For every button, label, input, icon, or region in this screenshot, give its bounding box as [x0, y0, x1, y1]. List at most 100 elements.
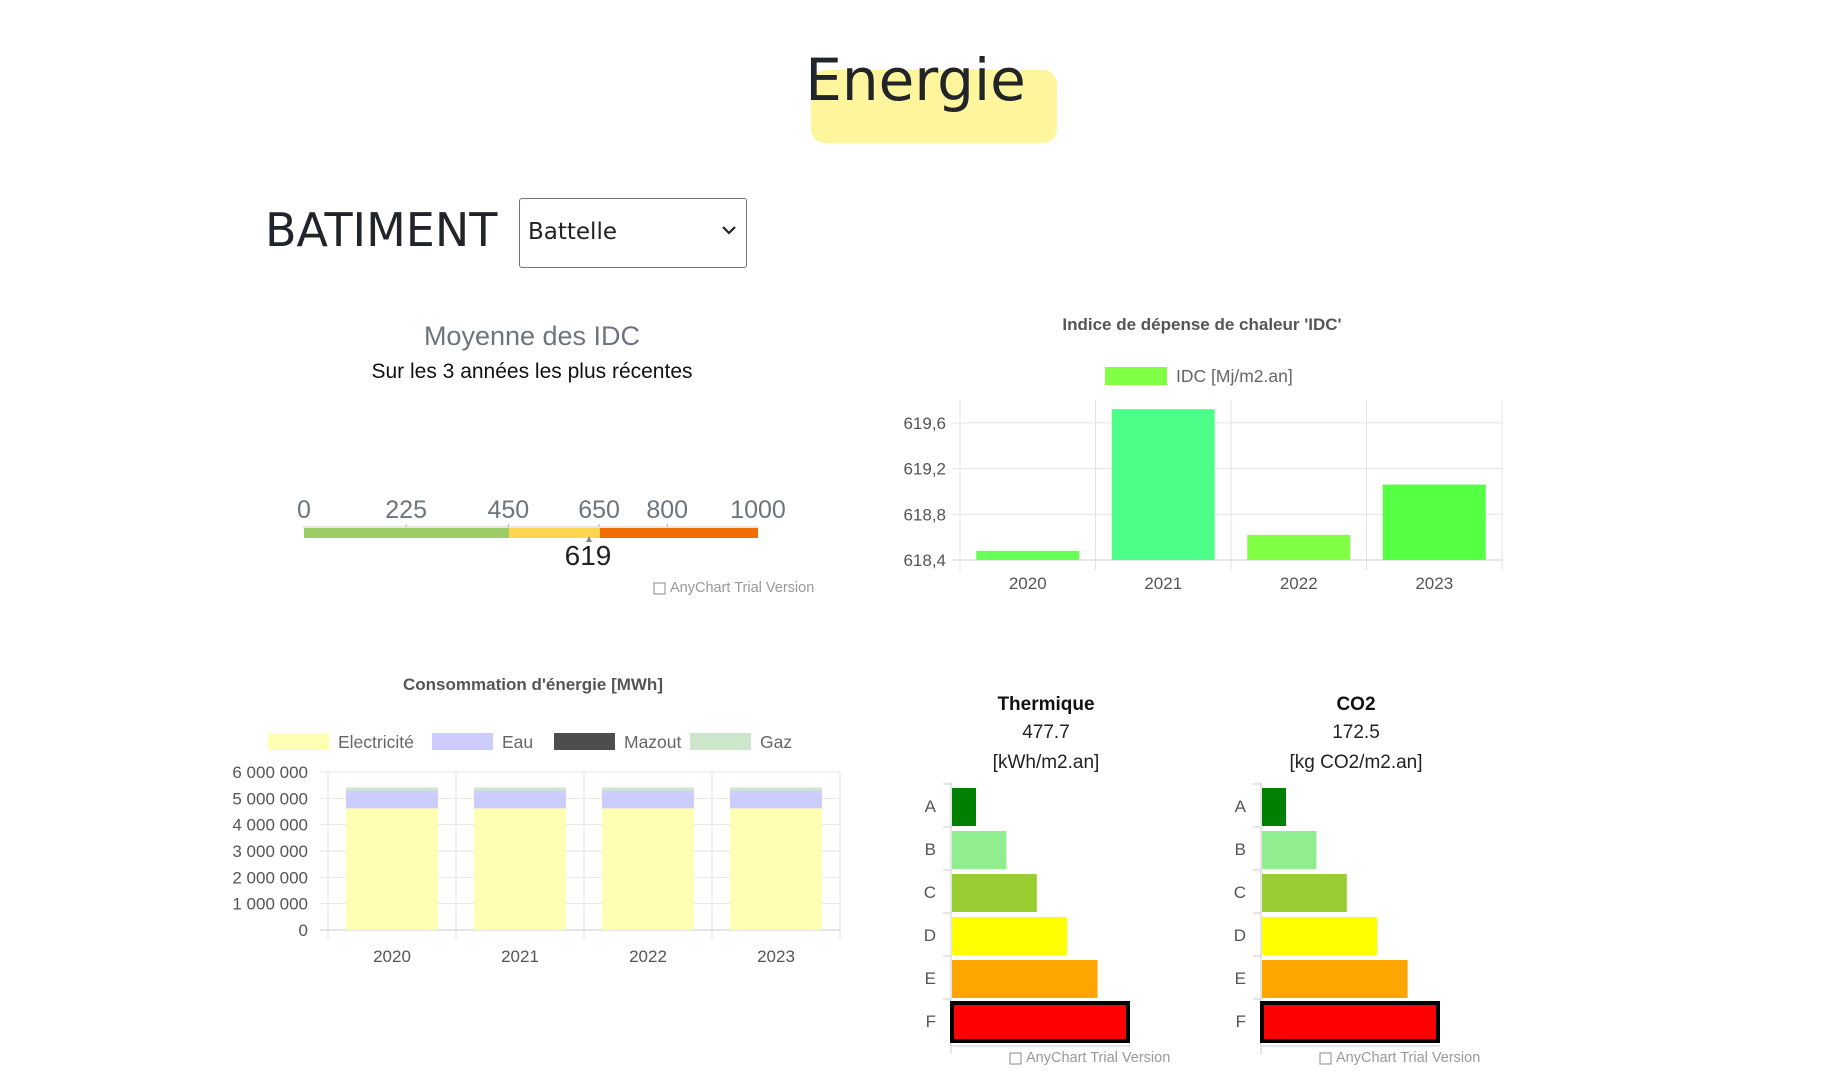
gauge-tick-label: 450	[487, 496, 529, 524]
conso-legend-swatch[interactable]	[690, 733, 751, 750]
rating-category-label: E	[925, 969, 936, 988]
gauge-band-orange	[600, 528, 758, 538]
idc-legend-label[interactable]: IDC [Mj/m2.an]	[1176, 366, 1293, 386]
idc-bar[interactable]	[1111, 409, 1215, 560]
gauge-tick-label: 225	[385, 496, 427, 524]
conso-bar-segment[interactable]	[345, 808, 439, 930]
rating-category-label: A	[925, 797, 937, 816]
idc-bar[interactable]	[1247, 534, 1351, 560]
conso-x-tick-label: 2022	[629, 947, 667, 966]
gauge-tick-label: 650	[578, 496, 620, 524]
rating-bar-e[interactable]	[1262, 960, 1408, 998]
idc-bar[interactable]	[976, 550, 1080, 560]
gauge-tick-label: 800	[646, 496, 688, 524]
idc-y-tick-label: 619,2	[903, 460, 946, 479]
conso-y-tick-label: 5 000 000	[232, 789, 308, 808]
conso-chart-title: Consommation d'énergie [MWh]	[403, 675, 663, 694]
rating-category-label: F	[1236, 1012, 1246, 1031]
idc-x-tick-label: 2022	[1280, 574, 1318, 593]
thermique-value: 477.7	[1022, 722, 1070, 743]
rating-category-label: A	[1235, 797, 1247, 816]
rating-bar-a[interactable]	[1262, 788, 1286, 826]
conso-bar-segment[interactable]	[345, 790, 439, 809]
conso-y-tick-label: 1 000 000	[232, 895, 308, 914]
conso-y-tick-label: 0	[299, 921, 308, 940]
conso-y-tick-label: 6 000 000	[232, 763, 308, 782]
conso-bar-segment[interactable]	[729, 787, 823, 791]
conso-bar-segment[interactable]	[601, 808, 695, 930]
rating-bar-b[interactable]	[952, 831, 1007, 869]
conso-bar-segment[interactable]	[473, 787, 567, 791]
conso-bar-segment[interactable]	[473, 790, 567, 809]
rating-category-label: D	[1234, 926, 1246, 945]
rating-category-label: D	[924, 926, 936, 945]
conso-bar-segment[interactable]	[473, 808, 567, 930]
thermique-rating: Thermique 477.7 [kWh/m2.an] A B C D E F AnyCh…	[924, 694, 1171, 1066]
rating-bar-f[interactable]	[950, 1001, 1130, 1043]
rating-bar-c[interactable]	[952, 874, 1037, 912]
co2-rating: CO2 172.5 [kg CO2/m2.an] A B C D E F AnyChart…	[1234, 694, 1481, 1066]
co2-value: 172.5	[1332, 722, 1380, 743]
conso-bar-segment[interactable]	[601, 787, 695, 791]
conso-legend-label[interactable]: Mazout	[624, 732, 682, 752]
consommation-bar-chart: Consommation d'énergie [MWh] Electricité…	[232, 675, 841, 966]
batiment-select[interactable]: Battelle	[519, 198, 747, 268]
rating-category-label: B	[925, 840, 936, 859]
idc-legend-swatch[interactable]	[1105, 367, 1167, 385]
idc-x-tick-label: 2021	[1144, 574, 1182, 593]
rating-bar-b[interactable]	[1262, 831, 1317, 869]
page-title: Energie	[805, 46, 1026, 114]
conso-legend-swatch[interactable]	[554, 733, 615, 750]
conso-bar-segment[interactable]	[601, 790, 695, 809]
conso-bar-segment[interactable]	[729, 790, 823, 809]
rating-bar-e[interactable]	[952, 960, 1098, 998]
conso-y-tick-label: 2 000 000	[232, 868, 308, 887]
conso-bar-segment[interactable]	[729, 808, 823, 930]
co2-unit: [kg CO2/m2.an]	[1289, 752, 1422, 773]
gauge-watermark: AnyChart Trial Version	[653, 580, 814, 596]
thermique-title: Thermique	[997, 694, 1094, 715]
co2-title: CO2	[1336, 694, 1375, 715]
conso-x-tick-label: 2021	[501, 947, 539, 966]
idc-y-tick-label: 618,8	[903, 505, 946, 524]
batiment-selected-value: Battelle	[528, 219, 617, 245]
conso-legend-label[interactable]: Gaz	[760, 732, 792, 752]
conso-y-tick-label: 3 000 000	[232, 842, 308, 861]
rating-bar-a[interactable]	[952, 788, 976, 826]
idc-y-tick-label: 618,4	[903, 551, 946, 570]
idc-chart-title: Indice de dépense de chaleur 'IDC'	[1062, 315, 1341, 334]
idc-x-tick-label: 2020	[1009, 574, 1047, 593]
rating-category-label: F	[926, 1012, 936, 1031]
conso-legend-swatch[interactable]	[432, 733, 493, 750]
conso-x-tick-label: 2020	[373, 947, 411, 966]
gauge-tick-label: 1000	[730, 496, 786, 524]
thermique-unit: [kWh/m2.an]	[993, 752, 1100, 773]
svg-text:AnyChart Trial Version: AnyChart Trial Version	[670, 580, 814, 596]
svg-text:AnyChart Trial Version: AnyChart Trial Version	[1336, 1050, 1480, 1066]
rating-bar-d[interactable]	[1262, 917, 1378, 955]
rating-bar-f[interactable]	[1260, 1001, 1440, 1043]
gauge-tick-labels: 0 225 450 650 800 1000	[297, 496, 786, 527]
gauge-band-yellow	[509, 528, 600, 538]
thermique-watermark: AnyChart Trial Version	[1009, 1050, 1170, 1066]
page-header: Energie	[0, 40, 1831, 150]
rating-bar-d[interactable]	[952, 917, 1068, 955]
gauge-value-label: 619	[565, 540, 612, 571]
rating-category-label: B	[1235, 840, 1246, 859]
rating-bar-c[interactable]	[1262, 874, 1347, 912]
idc-bar-chart: Indice de dépense de chaleur 'IDC' IDC […	[903, 315, 1503, 593]
conso-legend-label[interactable]: Eau	[502, 732, 533, 752]
idc-gauge: Moyenne des IDC Sur les 3 années les plu…	[297, 321, 814, 596]
conso-legend-swatch[interactable]	[268, 733, 329, 750]
chevron-down-icon	[722, 226, 736, 235]
idc-x-tick-label: 2023	[1415, 574, 1453, 593]
idc-y-tick-label: 619,6	[903, 414, 946, 433]
idc-bar[interactable]	[1382, 484, 1486, 560]
co2-watermark: AnyChart Trial Version	[1319, 1050, 1480, 1066]
rating-category-label: C	[1234, 883, 1246, 902]
gauge-title: Moyenne des IDC	[424, 321, 640, 351]
conso-bar-segment[interactable]	[345, 787, 439, 791]
batiment-label: BATIMENT	[265, 203, 498, 257]
conso-legend-label[interactable]: Electricité	[338, 732, 414, 752]
rating-category-label: E	[1235, 969, 1246, 988]
